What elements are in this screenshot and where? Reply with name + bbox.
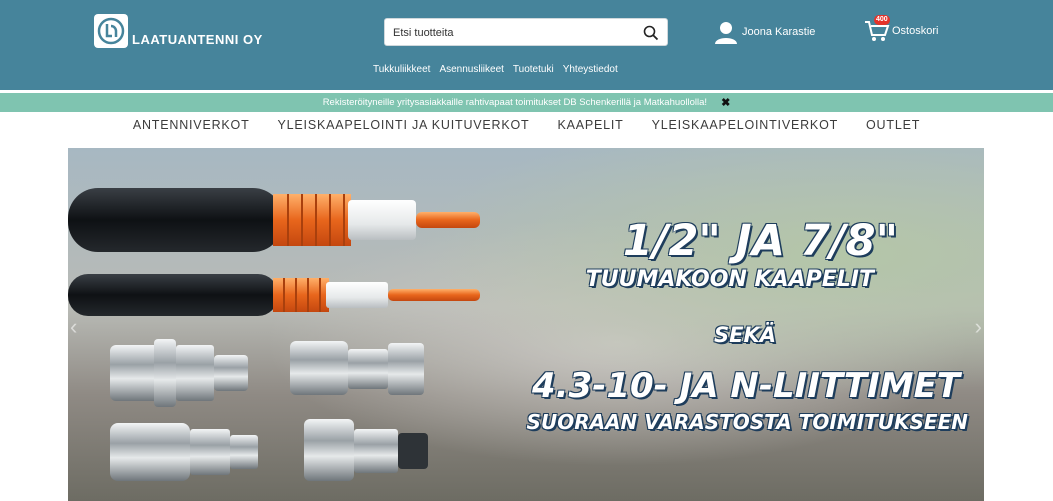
banner-headline-2: TUUMAKOON KAAPELIT	[585, 267, 874, 292]
cart-count-badge: 400	[874, 15, 890, 25]
banner-headline-5: SUORAAN VARASTOSTA TOIMITUKSEEN	[526, 410, 968, 434]
subnav-item-tuotetuki[interactable]: Tuotetuki	[513, 64, 554, 75]
coax-cables-image	[68, 188, 480, 316]
search-button[interactable]	[641, 23, 661, 43]
nav-item-antenniverkot[interactable]: ANTENNIVERKOT	[133, 118, 250, 142]
nav-item-outlet[interactable]: OUTLET	[866, 118, 920, 142]
carousel-next-button[interactable]: ›	[975, 314, 982, 340]
user-icon	[715, 22, 737, 44]
subnav-item-tukkuliikkeet[interactable]: Tukkuliikkeet	[373, 64, 430, 75]
cart-icon: 400	[864, 15, 890, 44]
user-name: Joona Karastie	[742, 26, 816, 38]
subnav-item-asennusliikeet[interactable]: Asennusliikeet	[439, 64, 503, 75]
subnav-item-yhteystiedot[interactable]: Yhteystiedot	[563, 64, 618, 75]
carousel-prev-button[interactable]: ‹	[70, 314, 77, 340]
nav-item-kaapelit[interactable]: KAAPELIT	[557, 118, 623, 142]
site-header: LAATUANTENNI OY Joona Karastie 400 Ostos…	[0, 0, 1053, 90]
notice-text: Rekisteröityneille yritysasiakkaille rah…	[322, 97, 708, 108]
cart-label: Ostoskori	[892, 25, 939, 37]
notice-bar: Rekisteröityneille yritysasiakkaille rah…	[0, 93, 1053, 112]
cart-link[interactable]: 400 Ostoskori	[864, 15, 939, 44]
connectors-image	[110, 339, 428, 481]
banner-headline-4: 4.3-10- JA N-LIITTIMET	[531, 366, 960, 406]
brand-name: LAATUANTENNI OY	[132, 31, 263, 47]
logo[interactable]: LAATUANTENNI OY	[94, 14, 263, 48]
main-nav: ANTENNIVERKOT YLEISKAAPELOINTI JA KUITUV…	[0, 118, 1053, 142]
nav-item-yleiskaapelointiverkot[interactable]: YLEISKAAPELOINTIVERKOT	[652, 118, 838, 142]
hero-banner[interactable]: 1/2" JA 7/8" TUUMAKOON KAAPELIT SEKÄ 4.3…	[68, 148, 984, 501]
banner-headline-1: 1/2" JA 7/8"	[622, 216, 898, 266]
secondary-nav: Tukkuliikkeet Asennusliikeet Tuotetuki Y…	[373, 64, 618, 75]
close-icon[interactable]: ✖	[721, 96, 730, 109]
banner-headline-3: SEKÄ	[714, 323, 776, 347]
user-account-link[interactable]: Joona Karastie	[714, 20, 815, 44]
search-box	[384, 18, 668, 46]
search-input[interactable]	[393, 24, 633, 42]
logo-mark-icon	[94, 14, 128, 48]
nav-item-yleiskaapelointi-ja-kuituverkot[interactable]: YLEISKAAPELOINTI JA KUITUVERKOT	[278, 118, 530, 142]
search-icon	[643, 25, 659, 41]
